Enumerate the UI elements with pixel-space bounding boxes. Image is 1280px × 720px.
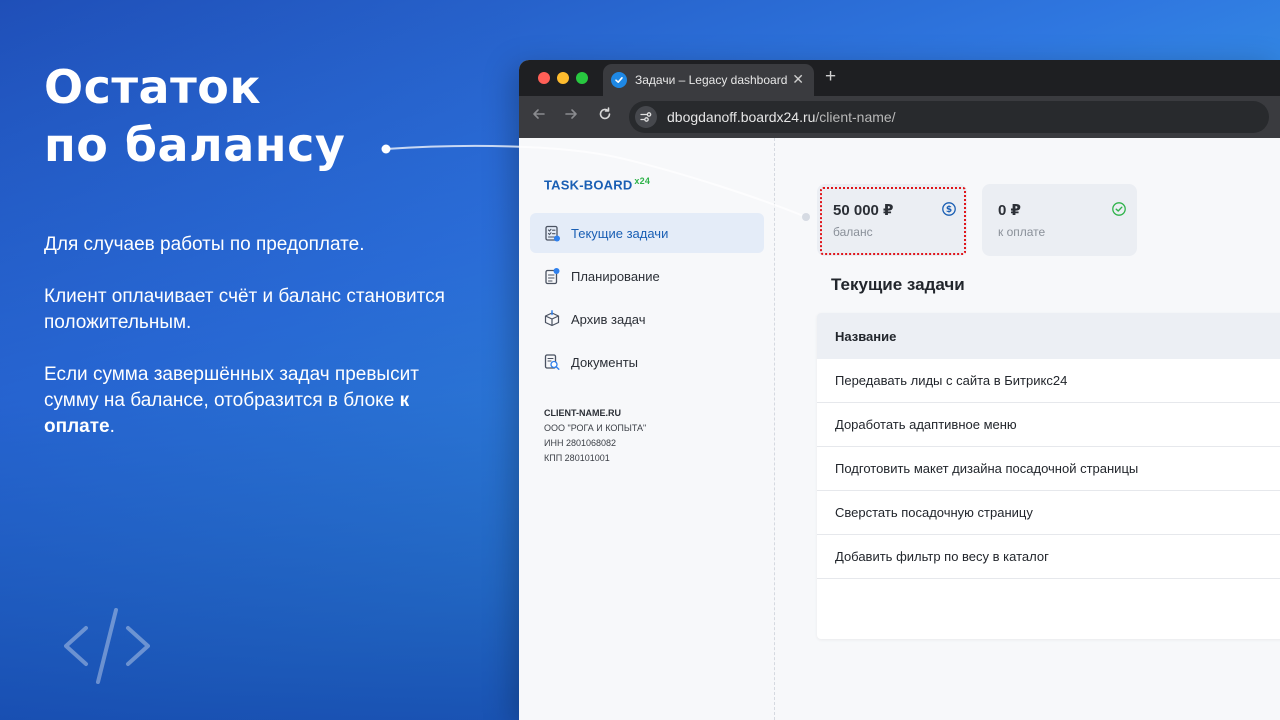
table-row[interactable]: Передавать лиды с сайта в Битрикс24 <box>817 359 1280 403</box>
client-kpp: КПП 280101001 <box>544 453 610 463</box>
sidebar-item-label: Планирование <box>571 268 660 284</box>
description-paragraph-1: Для случаев работы по предоплате. <box>44 234 365 255</box>
window-maximize-button[interactable] <box>576 72 588 84</box>
description-paragraph-2: Клиент оплачивает счёт и баланс становит… <box>44 286 445 333</box>
slide-headline: Остаток по балансу <box>44 58 464 174</box>
sidebar-item-label: Документы <box>571 354 639 370</box>
task-list-icon <box>545 225 560 242</box>
browser-window: Задачи – Legacy dashboard ✕ + dbogdanoff… <box>519 60 1280 720</box>
documents-search-icon <box>544 354 560 370</box>
main-content: 50 000 ₽ баланс $ 0 ₽ к оплате Текущие з… <box>776 138 1280 720</box>
table-row[interactable]: Сверстать посадочную страницу <box>817 491 1280 535</box>
browser-toolbar: dbogdanoff.boardx24.ru/client-name/ <box>519 96 1280 138</box>
slide-description: Для случаев работы по предоплате. Клиент… <box>44 232 464 466</box>
sidebar-item-archive[interactable]: Архив задач <box>530 299 764 339</box>
sidebar-item-current-tasks[interactable]: Текущие задачи <box>530 213 764 253</box>
tab-title: Задачи – Legacy dashboard <box>635 73 788 87</box>
client-info: CLIENT-NAME.RU ООО "РОГА И КОПЫТА" ИНН 2… <box>544 406 646 466</box>
reload-icon[interactable] <box>597 106 613 127</box>
client-domain: CLIENT-NAME.RU <box>544 408 621 418</box>
to-pay-caption: к оплате <box>998 225 1046 239</box>
url-host: dbogdanoff.boardx24.ru <box>667 109 816 125</box>
code-brackets-icon <box>64 608 150 684</box>
paragraph-3-prefix: Если сумма завершённых задач превысит су… <box>44 364 419 411</box>
site-settings-icon[interactable] <box>635 106 657 128</box>
url-path: /client-name/ <box>815 109 896 125</box>
brand-logo[interactable]: TASK-BOARD x24 <box>544 176 650 192</box>
sidebar-item-documents[interactable]: Документы <box>530 342 764 382</box>
address-bar[interactable]: dbogdanoff.boardx24.ru/client-name/ <box>629 101 1269 133</box>
brand-name: TASK-BOARD <box>544 177 633 193</box>
client-company: ООО "РОГА И КОПЫТА" <box>544 423 647 433</box>
url-text: dbogdanoff.boardx24.ru/client-name/ <box>667 109 896 125</box>
sidebar: TASK-BOARD x24 Текущие задачи Планировани… <box>519 138 775 720</box>
description-paragraph-3: Если сумма завершённых задач превысит су… <box>44 362 464 440</box>
browser-tab-bar: Задачи – Legacy dashboard ✕ + <box>519 60 1280 96</box>
table-row[interactable]: Доработать адаптивное меню <box>817 403 1280 447</box>
balance-highlight-frame <box>820 187 966 255</box>
forward-arrow-icon[interactable] <box>563 106 579 127</box>
brand-suffix: x24 <box>634 176 651 186</box>
browser-tab[interactable]: Задачи – Legacy dashboard ✕ <box>603 64 814 96</box>
planning-icon <box>545 268 560 285</box>
tasks-table: Название Передавать лиды с сайта в Битри… <box>817 313 1280 639</box>
window-minimize-button[interactable] <box>557 72 569 84</box>
table-header-name[interactable]: Название <box>817 313 1280 359</box>
tab-close-icon[interactable]: ✕ <box>792 71 804 88</box>
table-row[interactable]: Добавить фильтр по весу в каталог <box>817 535 1280 579</box>
section-title: Текущие задачи <box>831 275 965 294</box>
table-row[interactable]: Подготовить макет дизайна посадочной стр… <box>817 447 1280 491</box>
headline-line-2: по балансу <box>44 118 346 172</box>
to-pay-card: 0 ₽ к оплате <box>982 184 1137 256</box>
client-inn: ИНН 2801068082 <box>544 438 617 448</box>
sidebar-item-label: Архив задач <box>571 311 646 327</box>
window-close-button[interactable] <box>538 72 550 84</box>
check-circle-icon <box>1112 202 1126 216</box>
new-tab-button[interactable]: + <box>825 66 836 88</box>
back-arrow-icon[interactable] <box>531 106 547 127</box>
sidebar-item-label: Текущие задачи <box>571 225 669 241</box>
archive-box-icon <box>544 310 560 327</box>
sidebar-item-planning[interactable]: Планирование <box>530 256 764 296</box>
paragraph-3-suffix: . <box>109 416 115 437</box>
headline-line-1: Остаток <box>44 60 262 114</box>
favicon-check-icon <box>611 72 627 88</box>
